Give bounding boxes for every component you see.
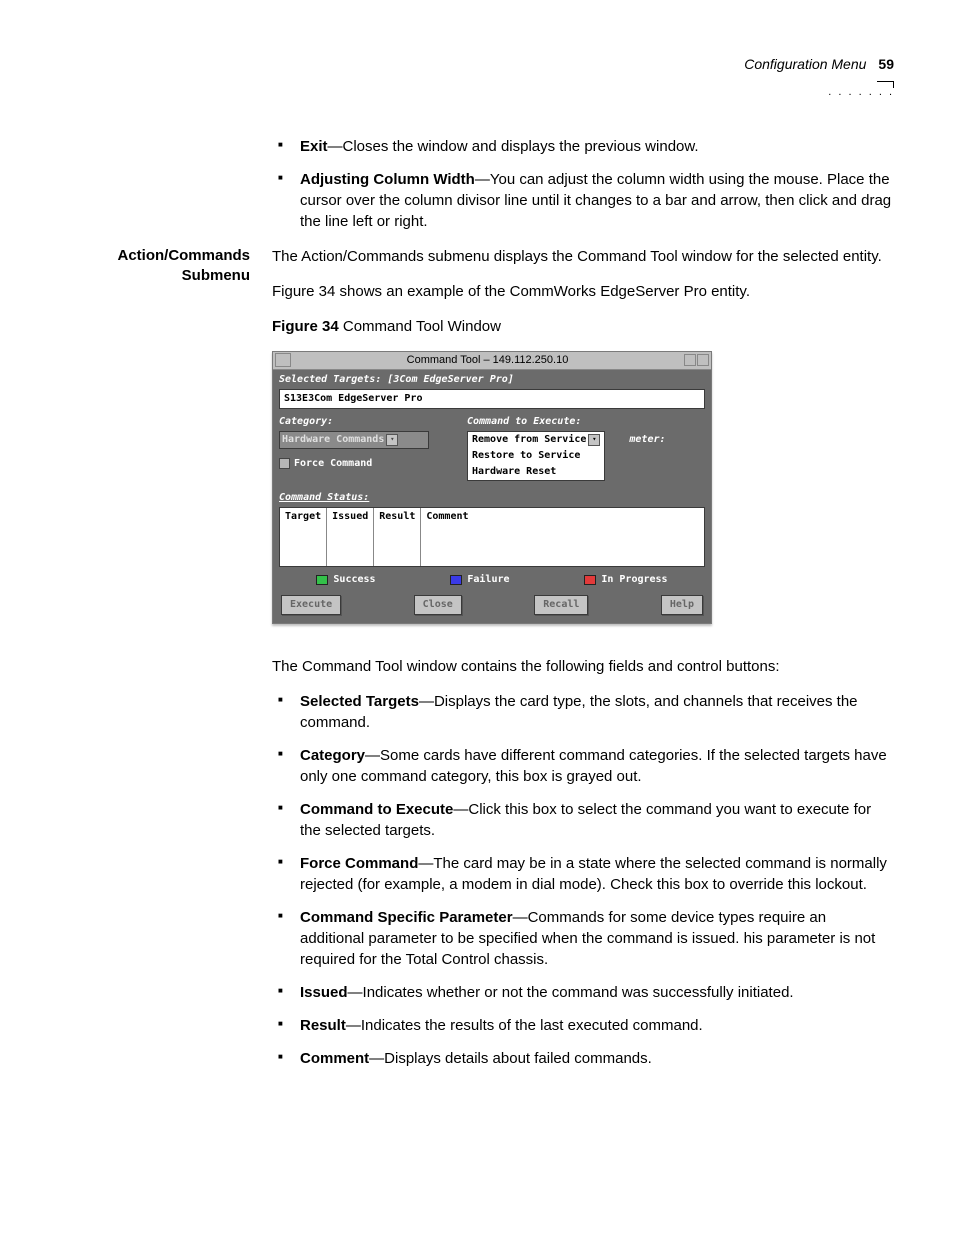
category-label: Category:	[279, 415, 429, 429]
dropdown-option[interactable]: Restore to Service	[468, 448, 604, 464]
selected-targets-label: Selected Targets: [3Com EdgeServer Pro]	[279, 373, 705, 387]
legend-success: Success	[316, 573, 375, 587]
header-page-number: 59	[878, 55, 894, 75]
table-header: Target	[280, 508, 327, 566]
system-menu-icon[interactable]	[275, 353, 291, 367]
paragraph: Figure 34 shows an example of the CommWo…	[272, 281, 894, 302]
swatch-icon	[584, 575, 596, 585]
chevron-down-icon: ▾	[386, 434, 398, 446]
recall-button[interactable]: Recall	[534, 595, 588, 615]
table-header: Result	[374, 508, 421, 566]
minimize-icon[interactable]	[684, 354, 696, 366]
checkbox-icon	[279, 458, 290, 469]
list-item: Command to Execute—Click this box to sel…	[300, 799, 894, 841]
command-to-execute-dropdown[interactable]: Remove from Service ▾ Restore to Service…	[467, 431, 605, 481]
list-item: Category—Some cards have different comma…	[300, 745, 894, 787]
status-legend: Success Failure In Progress	[279, 573, 705, 587]
field-bullet-list: Selected Targets—Displays the card type,…	[272, 691, 894, 1069]
button-row: Execute Close Recall Help	[279, 595, 705, 617]
command-to-execute-label: Command to Execute:	[467, 415, 605, 429]
table-header: Issued	[327, 508, 374, 566]
chevron-down-icon: ▾	[588, 434, 600, 446]
status-table[interactable]: Target Issued Result Comment	[279, 507, 705, 567]
close-button[interactable]: Close	[414, 595, 462, 615]
margin-heading: Action/CommandsSubmenu	[60, 246, 250, 1083]
window-title: Command Tool – 149.112.250.10	[291, 353, 684, 368]
intro-bullet-list: Exit—Closes the window and displays the …	[272, 136, 894, 232]
list-item: Issued—Indicates whether or not the comm…	[300, 982, 894, 1003]
selected-targets-field[interactable]: S13E3Com EdgeServer Pro	[279, 389, 705, 409]
list-item: Adjusting Column Width—You can adjust th…	[300, 169, 894, 232]
list-item: Comment—Displays details about failed co…	[300, 1048, 894, 1069]
list-item: Result—Indicates the results of the last…	[300, 1015, 894, 1036]
header-ornament: . . . . . . .	[60, 81, 894, 96]
header-section: Configuration Menu	[744, 55, 866, 75]
list-item: Exit—Closes the window and displays the …	[300, 136, 894, 157]
list-item: Force Command—The card may be in a state…	[300, 853, 894, 895]
paragraph: The Command Tool window contains the fol…	[272, 656, 894, 677]
figure-caption: Figure 34 Command Tool Window	[272, 316, 894, 337]
help-button[interactable]: Help	[661, 595, 703, 615]
swatch-icon	[316, 575, 328, 585]
force-command-checkbox[interactable]: Force Command	[279, 457, 429, 471]
table-header: Comment	[421, 508, 704, 566]
meter-label: meter:	[629, 433, 665, 447]
window-titlebar[interactable]: Command Tool – 149.112.250.10	[273, 352, 711, 370]
paragraph: The Action/Commands submenu displays the…	[272, 246, 894, 267]
page-header: Configuration Menu 59	[60, 55, 894, 75]
maximize-icon[interactable]	[697, 354, 709, 366]
list-item: Command Specific Parameter—Commands for …	[300, 907, 894, 970]
legend-failure: Failure	[450, 573, 509, 587]
command-tool-window: Command Tool – 149.112.250.10 Selected T…	[272, 351, 712, 624]
execute-button[interactable]: Execute	[281, 595, 341, 615]
dropdown-option[interactable]: Hardware Reset	[468, 464, 604, 480]
command-status-label: Command Status:	[279, 491, 705, 505]
category-dropdown[interactable]: Hardware Commands ▾	[279, 431, 429, 449]
swatch-icon	[450, 575, 462, 585]
legend-inprogress: In Progress	[584, 573, 667, 587]
list-item: Selected Targets—Displays the card type,…	[300, 691, 894, 733]
